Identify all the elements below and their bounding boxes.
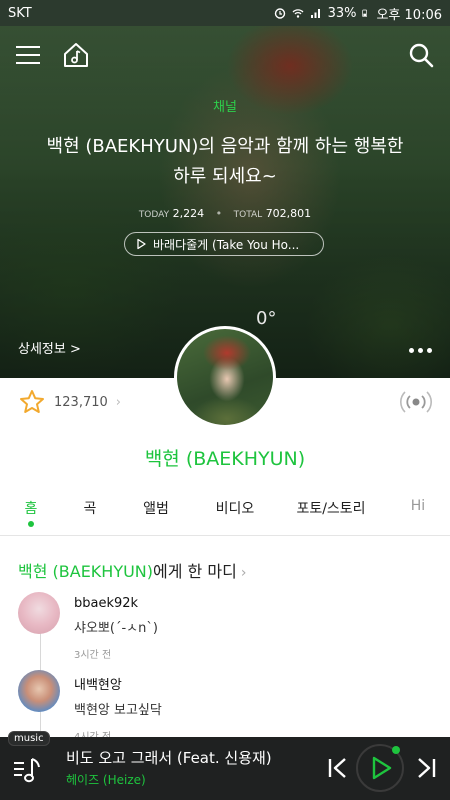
previous-track-icon[interactable] — [326, 755, 350, 781]
mini-player[interactable]: music 비도 오고 그래서 (Feat. 신용재) 헤이즈 (Heize) — [0, 731, 450, 800]
tab-albums[interactable]: 앨범 — [118, 494, 194, 535]
next-track-icon[interactable] — [414, 755, 438, 781]
tab-home[interactable]: 홈 — [0, 494, 62, 535]
today-count: 2,224 — [172, 207, 205, 220]
chevron-right-icon: › — [115, 394, 121, 410]
menu-icon[interactable] — [16, 44, 40, 66]
clock: 오후 10:06 — [376, 7, 442, 23]
playlist-icon[interactable] — [12, 753, 44, 785]
user-avatar[interactable] — [18, 670, 60, 712]
comment-time: 3시간 전 — [74, 650, 112, 661]
comment-text: 샤오뽀(´-ㅅn`) — [74, 621, 158, 636]
active-tab-indicator — [28, 521, 34, 527]
more-options-icon[interactable] — [409, 348, 432, 353]
carrier-label: SKT — [8, 5, 32, 21]
channel-tabs: 홈 곡 앨범 비디오 포토/스토리 Hi — [0, 494, 450, 536]
top-navigation — [0, 40, 450, 72]
song-title: 비도 오고 그래서 (Feat. 신용재) — [66, 749, 272, 767]
tab-videos[interactable]: 비디오 — [194, 494, 276, 535]
artist-name: 백현 (BAEKHYUN) — [144, 448, 306, 470]
total-count: 702,801 — [265, 207, 312, 220]
temperature-label: 0° — [256, 308, 277, 329]
channel-title: 백현 (BAEKHYUN)의 음악과 함께 하는 행복한 하루 되세요~ — [46, 136, 404, 187]
tab-hi[interactable]: Hi — [386, 494, 450, 535]
channel-label: 채널 — [213, 100, 237, 115]
battery-percent: 33% — [327, 5, 357, 21]
today-label: TODAY — [138, 210, 170, 220]
music-badge: music — [8, 731, 50, 746]
song-artist: 헤이즈 (Heize) — [66, 773, 146, 787]
details-link[interactable]: 상세정보 > — [18, 338, 81, 357]
broadcast-icon[interactable] — [400, 388, 432, 416]
like-count: 123,710 — [54, 394, 108, 410]
tab-photo-story[interactable]: 포토/스토리 — [276, 494, 386, 535]
wifi-icon — [292, 9, 304, 18]
battery-icon — [362, 9, 368, 17]
like-button[interactable]: 123,710 › — [18, 388, 121, 416]
home-music-icon[interactable] — [62, 41, 90, 69]
user-avatar[interactable] — [18, 592, 60, 634]
comment-user: bbaek92k — [74, 596, 139, 611]
tab-songs[interactable]: 곡 — [62, 494, 118, 535]
message-section-title[interactable]: 백현 (BAEKHYUN)에게 한 마디 › — [18, 558, 246, 582]
status-bar: SKT 33% 오후 10:06 — [0, 0, 450, 26]
search-icon[interactable] — [408, 42, 434, 68]
comment-item[interactable]: bbaek92k 샤오뽀(´-ㅅn`) 3시간 전 — [18, 592, 158, 661]
star-icon — [20, 390, 44, 413]
play-button[interactable] — [356, 744, 404, 792]
comment-text: 백현앙 보고싶닥 — [74, 703, 162, 718]
visit-stats: TODAY 2,224 • TOTAL 702,801 — [138, 207, 312, 220]
artist-avatar[interactable] — [174, 326, 276, 428]
now-playing-button[interactable]: 바래다줄게 (Take You Ho... — [124, 232, 324, 256]
now-playing-title: 바래다줄게 (Take You Ho... — [153, 237, 300, 252]
play-icon — [137, 238, 146, 250]
chevron-right-icon: › — [240, 565, 247, 581]
signal-icon — [310, 9, 320, 18]
comment-user: 내백현앙 — [74, 678, 122, 693]
total-label: TOTAL — [233, 210, 263, 220]
alarm-icon — [274, 8, 285, 19]
progress-indicator — [392, 746, 400, 754]
